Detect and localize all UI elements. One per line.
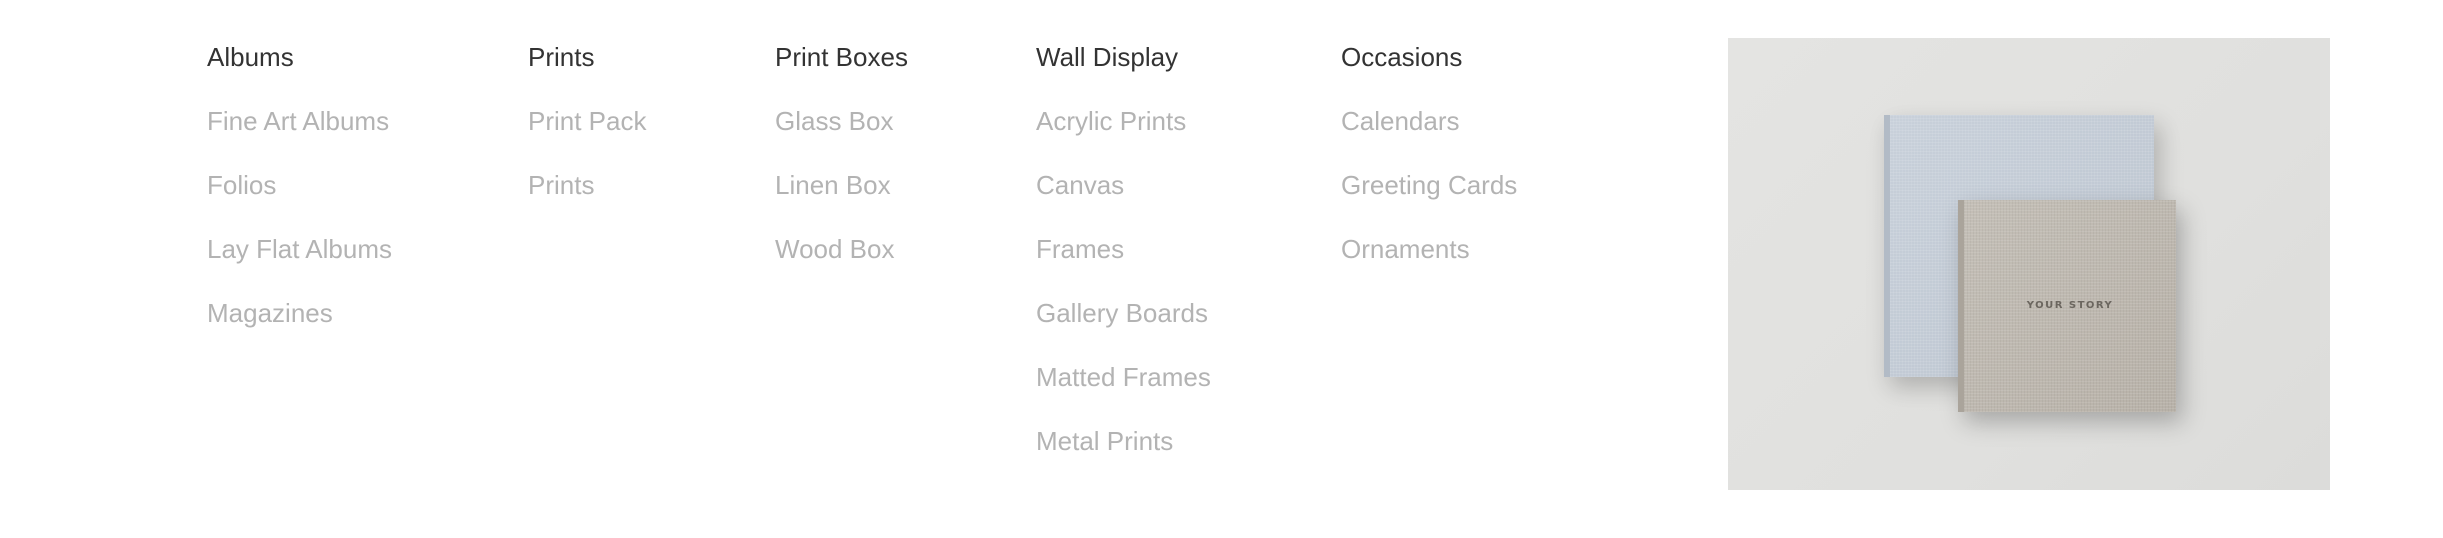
menu-link-wood-box[interactable]: Wood Box	[775, 230, 908, 268]
menu-link-print-pack[interactable]: Print Pack	[528, 102, 647, 140]
menu-column-wall-display: Wall Display Acrylic Prints Canvas Frame…	[1036, 38, 1211, 486]
menu-link-ornaments[interactable]: Ornaments	[1341, 230, 1517, 268]
menu-link-matted-frames[interactable]: Matted Frames	[1036, 358, 1211, 396]
menu-link-frames[interactable]: Frames	[1036, 230, 1211, 268]
menu-link-greeting-cards[interactable]: Greeting Cards	[1341, 166, 1517, 204]
menu-list-albums: Fine Art Albums Folios Lay Flat Albums M…	[207, 102, 392, 332]
menu-column-prints: Prints Print Pack Prints	[528, 38, 647, 230]
menu-heading-albums[interactable]: Albums	[207, 38, 392, 76]
menu-column-occasions: Occasions Calendars Greeting Cards Ornam…	[1341, 38, 1517, 294]
menu-list-occasions: Calendars Greeting Cards Ornaments	[1341, 102, 1517, 268]
menu-link-magazines[interactable]: Magazines	[207, 294, 392, 332]
menu-column-albums: Albums Fine Art Albums Folios Lay Flat A…	[207, 38, 392, 358]
menu-list-prints: Print Pack Prints	[528, 102, 647, 204]
menu-column-print-boxes: Print Boxes Glass Box Linen Box Wood Box	[775, 38, 908, 294]
menu-heading-wall-display[interactable]: Wall Display	[1036, 38, 1211, 76]
menu-link-lay-flat-albums[interactable]: Lay Flat Albums	[207, 230, 392, 268]
menu-list-print-boxes: Glass Box Linen Box Wood Box	[775, 102, 908, 268]
menu-link-gallery-boards[interactable]: Gallery Boards	[1036, 294, 1211, 332]
menu-heading-prints[interactable]: Prints	[528, 38, 647, 76]
grey-linen-book: YOUR STORY	[1958, 200, 2176, 412]
book-cover-title: YOUR STORY	[2026, 300, 2114, 311]
menu-link-folios[interactable]: Folios	[207, 166, 392, 204]
menu-link-metal-prints[interactable]: Metal Prints	[1036, 422, 1211, 460]
menu-link-calendars[interactable]: Calendars	[1341, 102, 1517, 140]
menu-heading-occasions[interactable]: Occasions	[1341, 38, 1517, 76]
menu-link-acrylic-prints[interactable]: Acrylic Prints	[1036, 102, 1211, 140]
menu-link-fine-art-albums[interactable]: Fine Art Albums	[207, 102, 392, 140]
menu-link-linen-box[interactable]: Linen Box	[775, 166, 908, 204]
menu-heading-print-boxes[interactable]: Print Boxes	[775, 38, 908, 76]
menu-link-glass-box[interactable]: Glass Box	[775, 102, 908, 140]
mega-menu: Albums Fine Art Albums Folios Lay Flat A…	[0, 0, 2443, 538]
menu-link-prints[interactable]: Prints	[528, 166, 647, 204]
menu-list-wall-display: Acrylic Prints Canvas Frames Gallery Boa…	[1036, 102, 1211, 460]
menu-link-canvas[interactable]: Canvas	[1036, 166, 1211, 204]
promo-image[interactable]: YOUR STORY	[1728, 38, 2330, 490]
